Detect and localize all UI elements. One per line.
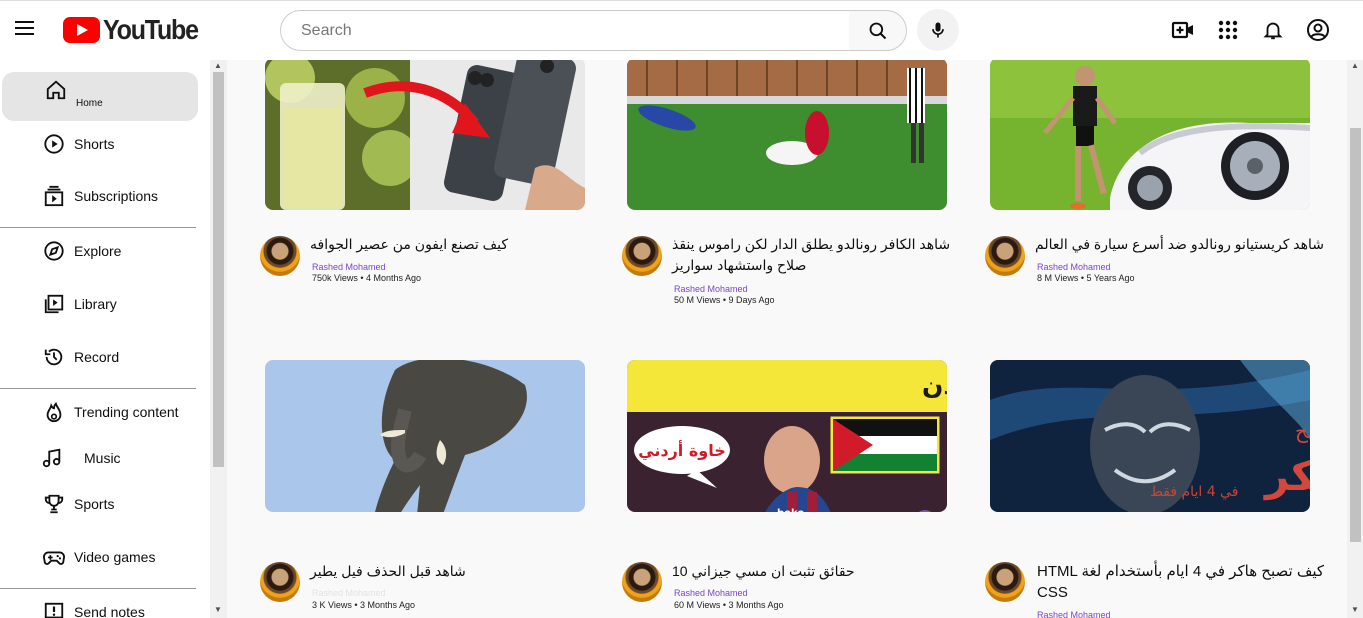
- sidebar-item-label: Record: [74, 349, 120, 365]
- bell-icon: [1263, 22, 1283, 40]
- sidebar-item-subscriptions[interactable]: Subscriptions: [0, 172, 196, 220]
- scroll-down-arrow-icon[interactable]: ▼: [214, 606, 222, 614]
- account-icon: [1307, 19, 1329, 41]
- feedback-icon: [42, 600, 66, 618]
- page-scroll-thumb[interactable]: [1350, 128, 1361, 542]
- video-meta: 50 M Views • 9 Days Ago: [674, 295, 775, 305]
- video-title[interactable]: شاهد الكافر رونالدو يطلق الدار لكن راموس…: [672, 234, 962, 276]
- video-thumbnail[interactable]: كيفه تصبح هكر في 4 ايام فقط: [990, 360, 1310, 512]
- logo-text: YouTube: [103, 14, 199, 45]
- trophy-icon: [42, 492, 66, 516]
- compass-icon: [42, 239, 66, 263]
- channel-name[interactable]: Rashed Mohamed: [674, 284, 748, 294]
- fire-icon: [42, 400, 66, 424]
- sidebar-scrollbar[interactable]: ▲ ▼: [210, 60, 227, 618]
- avatar[interactable]: [260, 562, 300, 602]
- hacker-thumb-line1: كيفه تصبح: [1295, 419, 1310, 443]
- video-meta: 60 M Views • 3 Months Ago: [674, 600, 784, 610]
- channel-name[interactable]: Rashed Mohamed: [312, 588, 386, 598]
- sidebar-item-label: Send notes: [74, 604, 145, 618]
- sidebar-item-send-notes[interactable]: Send notes: [0, 588, 196, 618]
- account-button[interactable]: [1303, 15, 1333, 45]
- video-meta: 8 M Views • 5 Years Ago: [1037, 273, 1135, 283]
- home-icon: [44, 78, 68, 102]
- video-thumbnail[interactable]: اثبات أن ميسي من الأردن خاوة أردني beko: [627, 360, 947, 512]
- video-thumbnail[interactable]: [265, 60, 585, 210]
- video-thumbnail[interactable]: [990, 60, 1310, 210]
- video-title[interactable]: كيف تصنع ايفون من عصير الجوافه: [310, 234, 600, 255]
- sidebar-item-label: Explore: [74, 243, 122, 259]
- sidebar-item-sports[interactable]: Sports: [0, 480, 196, 528]
- video-meta: 750k Views • 4 Months Ago: [312, 273, 422, 283]
- sidebar-item-video-games[interactable]: Video games: [0, 533, 196, 581]
- svg-text:beko: beko: [777, 508, 804, 512]
- top-bar: YouTube: [0, 0, 1363, 60]
- avatar[interactable]: [985, 562, 1025, 602]
- music-icon: [40, 446, 64, 470]
- youtube-play-icon: [63, 17, 100, 43]
- sidebar-item-home[interactable]: Home: [2, 72, 198, 121]
- channel-name[interactable]: Rashed Mohamed: [312, 262, 386, 272]
- apps-button[interactable]: [1213, 15, 1243, 45]
- video-title[interactable]: شاهد قبل الحذف فيل يطير: [310, 561, 600, 582]
- sidebar-item-music[interactable]: Music: [0, 434, 196, 482]
- video-thumbnail[interactable]: [265, 360, 585, 512]
- messi-banner-text: اثبات أن ميسي من الأردن: [922, 369, 947, 401]
- channel-name[interactable]: Rashed Mohamed: [1037, 610, 1111, 618]
- library-icon: [42, 292, 66, 316]
- video-title[interactable]: كيف تصبح هاكر في 4 ايام بأستخدام لغة HTM…: [1037, 561, 1327, 603]
- video-add-icon: [1171, 21, 1193, 39]
- video-thumbnail[interactable]: [627, 60, 947, 210]
- create-video-button[interactable]: [1168, 15, 1198, 45]
- channel-name[interactable]: Rashed Mohamed: [1037, 262, 1111, 272]
- subscriptions-icon: [42, 184, 66, 208]
- scroll-down-arrow-icon[interactable]: ▼: [1351, 606, 1359, 614]
- search-button[interactable]: [849, 10, 907, 51]
- menu-icon[interactable]: [12, 17, 38, 43]
- notifications-button[interactable]: [1258, 15, 1288, 45]
- sidebar-item-shorts[interactable]: Shorts: [0, 120, 196, 168]
- search-bar[interactable]: [280, 10, 850, 51]
- sidebar: Home Shorts Subscriptions Explore Librar…: [0, 60, 210, 618]
- search-input[interactable]: [301, 21, 849, 40]
- sidebar-item-label: Video games: [74, 549, 156, 565]
- page-scrollbar[interactable]: ▲ ▼: [1347, 60, 1363, 618]
- scroll-up-arrow-icon[interactable]: ▲: [1351, 62, 1359, 70]
- video-title[interactable]: شاهد كريستيانو رونالدو ضد أسرع سيارة في …: [1035, 234, 1325, 255]
- sidebar-item-label: Trending content: [74, 404, 179, 420]
- scroll-up-arrow-icon[interactable]: ▲: [214, 62, 222, 70]
- gamepad-icon: [42, 545, 66, 569]
- sidebar-item-label: Shorts: [74, 136, 115, 152]
- sidebar-item-label: Subscriptions: [74, 188, 159, 204]
- apps-grid-icon: [1218, 20, 1238, 40]
- sidebar-item-label: Sports: [74, 496, 115, 512]
- video-title[interactable]: حقائق تثبت ان مسي جيزاني 10: [672, 561, 962, 582]
- sidebar-scroll-thumb[interactable]: [213, 72, 224, 467]
- avatar[interactable]: [985, 236, 1025, 276]
- messi-bubble-text: خاوة أردني: [638, 440, 726, 461]
- sidebar-item-trending[interactable]: Trending content: [0, 388, 196, 436]
- history-icon: [42, 345, 66, 369]
- channel-name[interactable]: Rashed Mohamed: [674, 588, 748, 598]
- avatar[interactable]: [622, 562, 662, 602]
- sidebar-item-label: Library: [74, 296, 117, 312]
- sidebar-item-library[interactable]: Library: [0, 280, 196, 328]
- avatar[interactable]: [260, 236, 300, 276]
- hacker-thumb-line3: في 4 ايام فقط: [1150, 484, 1238, 500]
- video-meta: 3 K Views • 3 Months Ago: [312, 600, 416, 610]
- search-icon: [869, 22, 886, 39]
- shorts-icon: [42, 132, 66, 156]
- hacker-thumb-line2: هكر: [1263, 451, 1310, 501]
- voice-search-button[interactable]: [917, 9, 959, 51]
- sidebar-item-record[interactable]: Record: [0, 333, 196, 381]
- sidebar-item-explore[interactable]: Explore: [0, 227, 196, 275]
- youtube-logo[interactable]: YouTube: [63, 14, 199, 45]
- video-grid: كيف تصنع ايفون من عصير الجوافه Rashed Mo…: [228, 60, 1348, 618]
- microphone-icon: [932, 22, 944, 38]
- sidebar-item-label: Home: [76, 98, 103, 109]
- sidebar-item-label: Music: [84, 450, 121, 466]
- avatar[interactable]: [622, 236, 662, 276]
